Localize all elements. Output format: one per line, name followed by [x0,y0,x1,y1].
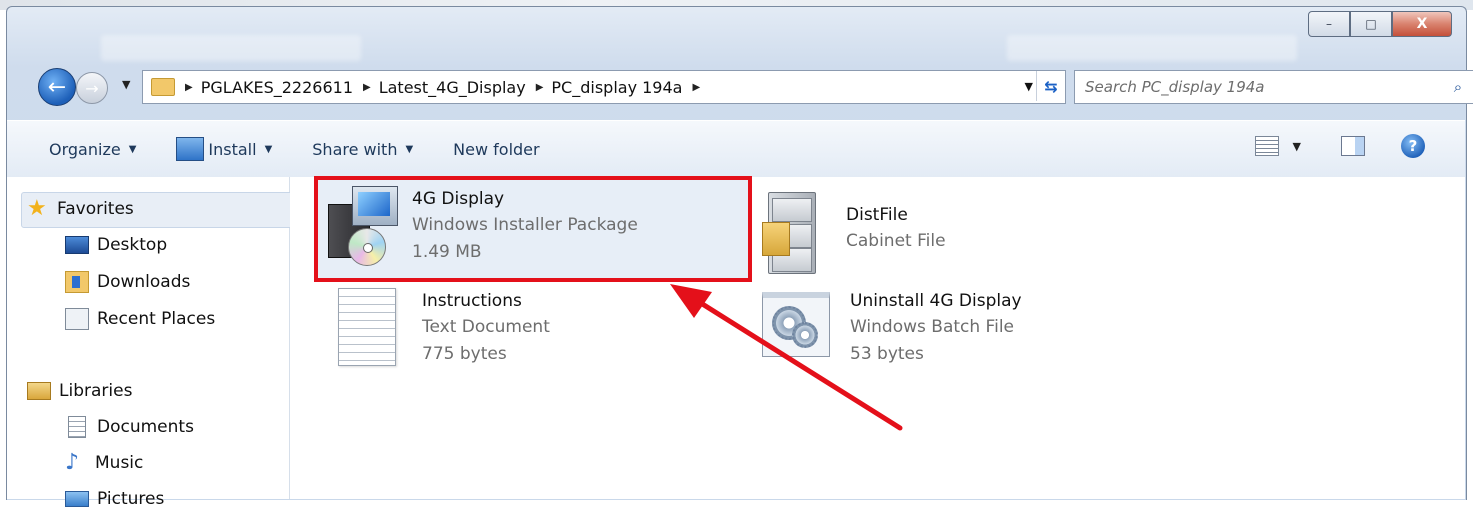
sidebar-item-documents[interactable]: Documents [65,416,194,438]
batch-file-icon [762,288,832,358]
file-item-uninstall-4g-display[interactable]: Uninstall 4G Display Windows Batch File … [762,288,1022,368]
refresh-button[interactable]: ⇆ [1036,71,1065,101]
back-button[interactable]: ← [38,68,76,106]
refresh-icon: ⇆ [1044,76,1058,96]
preview-pane-icon[interactable] [1341,136,1365,156]
caption-buttons: – □ X [1308,11,1452,37]
file-item-distfile[interactable]: DistFile Cabinet File [758,192,946,274]
downloads-folder-icon [65,271,89,293]
sidebar-item-label: Downloads [97,272,191,292]
blurred-background-address [101,35,361,61]
view-options-chevron-icon[interactable]: ▼ [1293,140,1301,153]
libraries-icon [27,382,51,400]
recent-pages-dropdown[interactable]: ▼ [122,78,130,91]
sidebar-item-desktop[interactable]: Desktop [65,235,167,255]
sidebar-item-label: Documents [97,417,194,437]
organize-label: Organize [49,139,121,159]
breadcrumb-separator-icon[interactable]: ▶ [185,82,193,93]
breadcrumb-separator-icon[interactable]: ▶ [692,82,700,93]
share-with-button[interactable]: Share with ▼ [312,140,413,159]
navigation-pane: ★ Favorites Desktop Downloads Recent Pla… [7,177,293,509]
file-name: DistFile [846,205,908,225]
search-icon[interactable]: ⌕ [1443,78,1473,96]
desktop-icon [65,236,89,254]
file-type: Cabinet File [846,231,946,251]
address-dropdown-icon[interactable]: ▼ [1025,80,1033,93]
documents-icon [68,416,86,438]
sidebar-item-favorites[interactable]: ★ Favorites [27,196,134,221]
chevron-down-icon: ▼ [264,143,273,155]
sidebar-item-label: Recent Places [97,309,216,329]
file-item-instructions[interactable]: Instructions Text Document 775 bytes [300,288,550,368]
breadcrumb-separator-icon[interactable]: ▶ [363,82,371,93]
pictures-icon [65,491,89,507]
music-icon: ♪ [65,450,80,475]
text-document-icon [338,288,396,366]
command-bar: Organize ▼ Install ▼ Share with ▼ New fo… [7,120,1465,178]
sidebar-item-label: Desktop [97,235,168,255]
forward-button[interactable]: → [76,72,108,104]
sidebar-item-label: Favorites [57,199,134,219]
install-label: Install [208,139,257,159]
share-with-label: Share with [312,139,398,159]
sidebar-item-label: Music [95,453,144,473]
star-icon: ★ [27,196,47,221]
sidebar-item-recent-places[interactable]: Recent Places [65,308,215,330]
forward-arrow-icon: → [85,78,99,98]
file-size: 775 bytes [422,344,507,364]
breadcrumb-separator-icon[interactable]: ▶ [536,82,544,93]
maximize-button[interactable]: □ [1350,11,1392,37]
breadcrumb-latest-4g-display[interactable]: Latest_4G_Display [379,78,526,97]
sidebar-item-label: Pictures [97,489,165,509]
minimize-button[interactable]: – [1308,11,1350,37]
chevron-down-icon: ▼ [128,143,137,155]
chevron-down-icon: ▼ [405,143,414,155]
help-icon[interactable]: ? [1401,134,1425,158]
close-button[interactable]: X [1392,11,1452,37]
sidebar-item-music[interactable]: ♪ Music [65,450,144,475]
new-folder-label: New folder [453,139,540,159]
breadcrumb-pc-display[interactable]: PC_display 194a [551,78,682,97]
navigation-bar: ← → ▼ ▶ PGLAKES_2226611 ▶ Latest_4G_Disp… [38,66,1473,108]
file-name: Instructions [422,291,522,311]
file-type: Windows Batch File [850,317,1015,337]
highlight-box [314,176,752,282]
install-button[interactable]: Install ▼ [176,137,272,161]
new-folder-button[interactable]: New folder [453,140,539,159]
back-arrow-icon: ← [47,74,67,100]
file-name: Uninstall 4G Display [850,291,1022,311]
address-bar[interactable]: ▶ PGLAKES_2226611 ▶ Latest_4G_Display ▶ … [142,70,1066,104]
cabinet-file-icon [758,192,818,274]
install-icon [176,137,205,161]
sidebar-item-pictures[interactable]: Pictures [65,489,164,509]
organize-button[interactable]: Organize ▼ [49,140,136,159]
search-box[interactable]: Search PC_display 194a ⌕ [1074,70,1473,104]
sidebar-item-label: Libraries [59,381,133,401]
recent-places-icon [65,308,89,330]
file-type: Text Document [422,317,550,337]
breadcrumb-pglakes[interactable]: PGLAKES_2226611 [201,78,353,97]
blurred-background-search [1007,35,1297,61]
sidebar-item-libraries[interactable]: Libraries [27,381,132,401]
file-size: 53 bytes [850,344,924,364]
explorer-window: – □ X ← → ▼ ▶ PGLAKES_2226611 ▶ Latest_4… [0,0,1473,509]
change-view-icon[interactable] [1254,136,1279,156]
sidebar-item-downloads[interactable]: Downloads [65,271,190,293]
search-input[interactable]: Search PC_display 194a [1085,78,1443,96]
view-controls: ▼ ? [1254,134,1425,158]
folder-icon [151,78,175,96]
